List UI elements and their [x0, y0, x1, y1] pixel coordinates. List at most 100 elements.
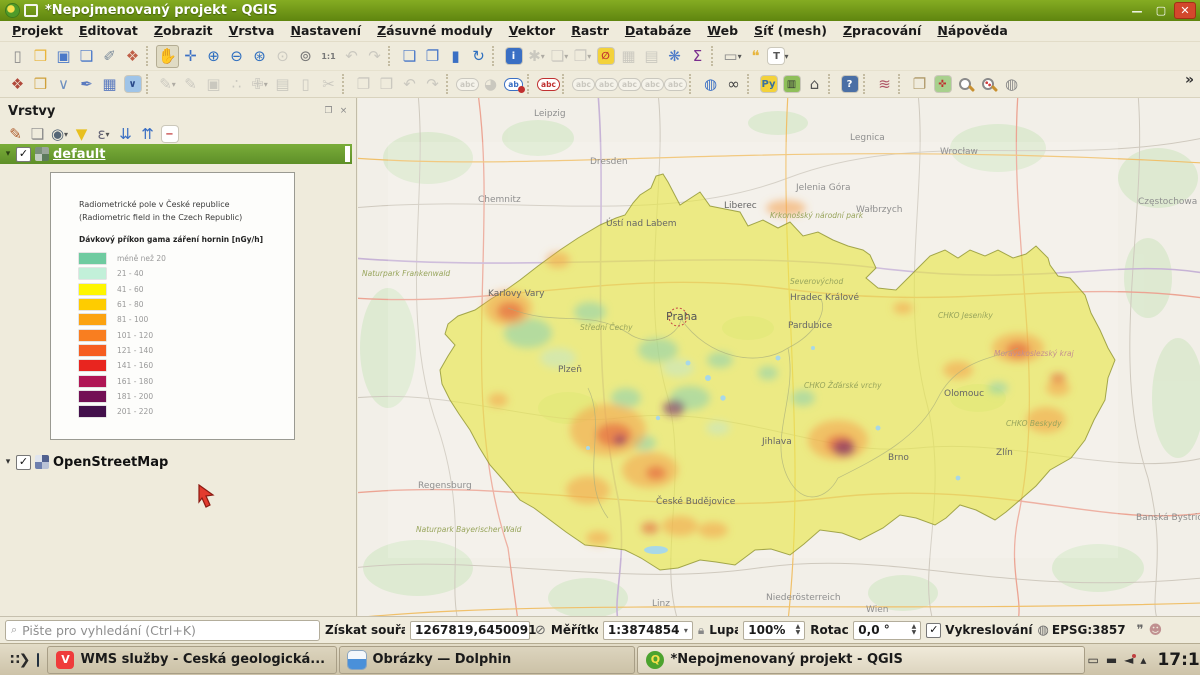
new-mesh-layer-button[interactable]: ▦ [98, 73, 121, 96]
new-3d-map-view-button[interactable]: ❐ [421, 45, 444, 68]
menu-nápověda[interactable]: Nápověda [929, 21, 1015, 41]
globe-wireframe-button[interactable]: ◍ [1000, 73, 1023, 96]
zoom-next-button[interactable]: ↷ [363, 45, 386, 68]
cluster-magnifier-button[interactable] [977, 73, 1000, 96]
menu-síť-mesh-[interactable]: Síť (mesh) [746, 21, 835, 41]
refresh-button[interactable]: ↻ [467, 45, 490, 68]
panel-close-icon[interactable]: × [337, 106, 350, 116]
menu-web[interactable]: Web [699, 21, 746, 41]
menu-zásuvné-moduly[interactable]: Zásuvné moduly [369, 21, 501, 41]
toggle-editing-button[interactable]: ✎ [179, 73, 202, 96]
show-hidden-labels-button[interactable]: abc [595, 73, 618, 96]
select-by-form-button[interactable]: ❐▾ [571, 45, 594, 68]
paste-features-button[interactable]: ❒ [375, 73, 398, 96]
lock-icon[interactable]: 🔒︎ [698, 623, 704, 638]
render-checkbox[interactable]: ✓ Vykreslování [926, 623, 1032, 638]
menu-rastr[interactable]: Rastr [563, 21, 617, 41]
menu-databáze[interactable]: Databáze [617, 21, 699, 41]
layer-labeling-button[interactable]: ab [502, 73, 525, 96]
search-input[interactable]: ⌕ Pište pro vyhledání (Ctrl+K) [5, 620, 320, 641]
save-edits-button[interactable]: ▣ [202, 73, 225, 96]
field-calculator-button[interactable]: ▤ [640, 45, 663, 68]
rotation-spinbox[interactable]: 0,0 ° ▲▼ [853, 621, 921, 640]
task-button-vivaldi[interactable]: VWMS služby - Česká geologická... [47, 646, 337, 674]
project-properties-button[interactable]: ✐ [98, 45, 121, 68]
project-save-button[interactable]: ▣ [52, 45, 75, 68]
run-feature-action-button[interactable]: ✱▾ [525, 45, 548, 68]
checkbox-icon[interactable]: ✓ [926, 623, 941, 638]
new-shapefile-button[interactable]: ∨ [52, 73, 75, 96]
window-menu-icon[interactable] [24, 4, 38, 17]
help-contents-button[interactable]: ? [838, 73, 861, 96]
menu-editovat[interactable]: Editovat [71, 21, 146, 41]
spinner-arrows-icon[interactable]: ▲▼ [909, 624, 917, 636]
task-button-qgis[interactable]: Q*Nepojmenovaný projekt - QGIS [637, 646, 1085, 674]
menu-zobrazit[interactable]: Zobrazit [146, 21, 221, 41]
user-profile-icon[interactable]: ☻ [1149, 623, 1163, 638]
layer-default-name[interactable]: default [53, 147, 105, 162]
layer-labeling-options-button[interactable]: abc [456, 73, 479, 96]
georeferencer-button[interactable]: ✜ [931, 73, 954, 96]
elevation-profile-button[interactable]: ≋ [873, 73, 896, 96]
minimize-button[interactable]: — [1127, 3, 1147, 18]
add-group-button[interactable]: ❏ [27, 124, 48, 145]
statistics-button[interactable]: Σ [686, 45, 709, 68]
bookmarks-button[interactable]: ▮ [444, 45, 467, 68]
select-features-button[interactable]: ❏▾ [548, 45, 571, 68]
project-new-button[interactable]: ▯ [6, 45, 29, 68]
identify-features-button[interactable]: i [502, 45, 525, 68]
copy-features-button[interactable]: ❐ [352, 73, 375, 96]
menu-zpracování[interactable]: Zpracování [835, 21, 929, 41]
layer-diagram-options-button[interactable]: ◕ [479, 73, 502, 96]
volume-icon[interactable]: ◄ [1124, 653, 1133, 667]
expand-arrow-icon[interactable]: ▾ [0, 457, 16, 467]
new-geopackage-button[interactable]: ❒ [29, 73, 52, 96]
layer-osm-name[interactable]: OpenStreetMap [53, 455, 168, 470]
attribute-table-button[interactable]: ▦ [617, 45, 640, 68]
app-launcher-icon[interactable]: ∷❯ [4, 652, 35, 668]
map-tips-button[interactable]: ❝ [744, 45, 767, 68]
project-open-button[interactable]: ❒ [29, 45, 52, 68]
maximize-button[interactable]: ▢ [1151, 3, 1171, 18]
spinner-arrows-icon[interactable]: ▲▼ [793, 624, 801, 636]
menu-nastavení[interactable]: Nastavení [283, 21, 370, 41]
tray-expander-icon[interactable]: ▴ [1140, 653, 1146, 667]
menu-projekt[interactable]: Projekt [4, 21, 71, 41]
deselect-all-button[interactable]: ∅ [594, 45, 617, 68]
datasource-manager-button[interactable]: ❖ [6, 73, 29, 96]
layer-row-default[interactable]: ▾ ✓ default [0, 144, 352, 164]
crs-status-button[interactable]: ◍ EPSG:3857 [1038, 623, 1126, 638]
coordinate-input[interactable]: 1267819,6450091 [410, 621, 530, 640]
battery-icon[interactable]: ▬ [1106, 653, 1117, 667]
open-layer-styling-button[interactable]: ✎ [5, 124, 26, 145]
display-icon[interactable]: ▭ [1087, 653, 1098, 667]
scale-combobox[interactable]: 1:3874854 ▾ [603, 621, 693, 640]
close-button[interactable]: ✕ [1175, 3, 1195, 18]
modify-attributes-button[interactable]: ▤ [271, 73, 294, 96]
rotate-label-button[interactable]: abc [641, 73, 664, 96]
map-canvas[interactable]: LeipzigDresdenChemnitzLegnicaWrocławJele… [358, 98, 1200, 616]
zoom-to-layer-button[interactable]: ⊚ [294, 45, 317, 68]
task-button-dolphin[interactable]: Obrázky — Dolphin [339, 646, 635, 674]
collapse-all-button[interactable]: ⇈ [137, 124, 158, 145]
filter-legend-button[interactable]: ▼ [71, 124, 92, 145]
editing-current-button[interactable]: ✎▾ [156, 73, 179, 96]
expand-arrow-icon[interactable]: ▾ [0, 149, 16, 159]
change-label-button[interactable]: abc [664, 73, 687, 96]
virtual-desktop-pager[interactable] [37, 653, 39, 667]
zoom-level-tool-button[interactable] [954, 73, 977, 96]
filter-by-expression-button[interactable]: ε▾ [93, 124, 114, 145]
home-button[interactable]: ⌂ [803, 73, 826, 96]
manage-map-themes-button[interactable]: ◉▾ [49, 124, 70, 145]
menu-vektor[interactable]: Vektor [501, 21, 564, 41]
layer-default-checkbox[interactable]: ✓ [16, 147, 31, 162]
pin-labels-button[interactable]: abc [572, 73, 595, 96]
layer-row-openstreetmap[interactable]: ▾ ✓ OpenStreetMap [0, 452, 352, 472]
zoom-full-button[interactable]: ⊛ [248, 45, 271, 68]
zoom-native-button[interactable]: 1:1 [317, 45, 340, 68]
zoom-in-button[interactable]: ⊕ [202, 45, 225, 68]
remove-layer-button[interactable]: − [159, 124, 180, 145]
vertex-tool-button[interactable]: ✙▾ [248, 73, 271, 96]
toolbar-overflow-button[interactable]: » [1185, 72, 1194, 88]
zoom-out-button[interactable]: ⊖ [225, 45, 248, 68]
